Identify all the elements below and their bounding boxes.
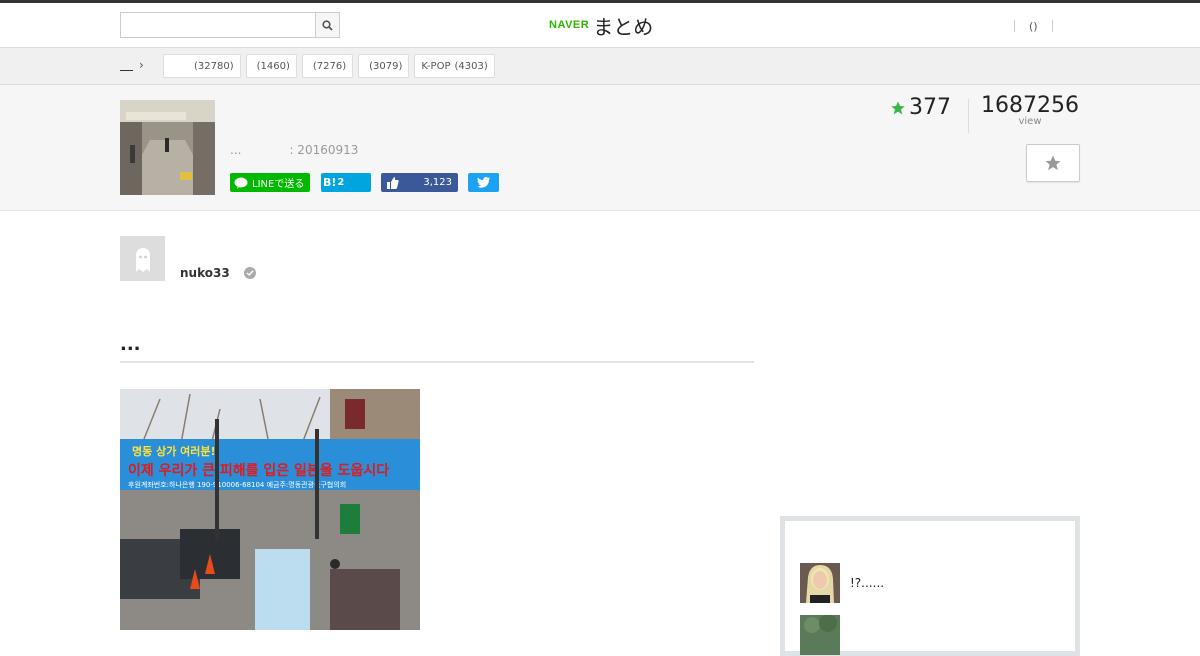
category-count: (1460) [256,60,290,72]
line-share-button[interactable]: LINEで送る [230,173,310,192]
category-count: (4303) [454,60,488,72]
category-tag[interactable]: (1460) [245,54,297,78]
header-links: () [1014,18,1081,34]
divider [1051,20,1053,32]
category-count: (7276) [312,60,347,72]
breadcrumb-home[interactable] [120,59,133,71]
matome-meta: ... : 20160913 [230,143,358,157]
thumbs-up-icon [387,176,399,189]
user-placeholder-icon [135,247,150,272]
updated-date: : 20160913 [289,143,359,157]
search-box [120,12,340,38]
facebook-count: 3,123 [423,177,452,188]
category-tag[interactable]: K-POP (4303) [414,54,495,78]
breadcrumb: › [120,58,144,72]
verified-icon [243,267,256,279]
hatena-icon: B! [323,176,337,189]
sidebar-item-title: !?...... [850,576,885,590]
favorite-count: 377 [890,95,951,120]
category-list: (32780) (1460) (7276) (3079) K-POP (4303… [163,54,495,78]
site-logo[interactable]: NAVER まとめ [549,13,654,39]
category-tag[interactable]: (7276) [301,54,354,78]
category-count: (3079) [369,60,403,72]
twitter-share-button[interactable] [468,173,499,192]
article-photo[interactable]: 명동 상가 여러분! 이제 우리가 큰 피해를 입은 일본을 도웁시다 후원계좌… [120,389,420,630]
view-count-value: 1687256 [981,93,1079,118]
chevron-right-icon: › [139,58,144,72]
search-button[interactable] [315,13,339,37]
mypage-link[interactable]: () [1015,20,1052,33]
category-bar: › (32780) (1460) (7276) (3079) K-POP (43… [0,48,1200,85]
hatena-bookmark-button[interactable]: B! 2 [321,173,371,192]
sidebar-item[interactable]: !?...... [800,563,884,603]
twitter-icon [477,177,490,188]
category-tag[interactable]: (32780) [163,54,241,78]
sidebar-item[interactable] [800,615,850,655]
star-icon [1045,155,1061,171]
logo-matome: まとめ [593,14,654,39]
sidebar-box: !?...... [780,516,1080,656]
view-count: 1687256 view [980,93,1080,127]
banner-line1: 명동 상가 여러분! [132,444,216,458]
site-header: NAVER まとめ () [0,3,1200,48]
banner-line3: 후원계좌번호:하나은행 190-910006-68104 예금주:명동관광특구협… [128,480,346,489]
star-icon [891,100,905,114]
category-name: K-POP [421,60,451,72]
author-name[interactable]: nuko33 [180,266,230,280]
banner-line2: 이제 우리가 큰 피해를 입은 일본을 도웁시다 [128,462,389,479]
category-tag[interactable]: (3079) [358,54,410,78]
sidebar-item-thumbnail [800,563,840,603]
matome-header: ... : 20160913 LINEで送る B! 2 3,123 377 16… [0,85,1200,211]
hatena-count: 2 [337,177,345,188]
search-input[interactable] [121,13,316,37]
matome-thumbnail[interactable] [120,100,215,195]
author-avatar[interactable] [120,236,165,281]
category-count: (32780) [194,60,234,72]
author-info: nuko33 [180,266,256,280]
meta-prefix: ... [230,143,242,157]
line-share-label: LINEで送る [252,179,305,190]
search-icon [322,19,333,31]
section-heading: ... [120,334,754,363]
divider [968,99,969,133]
sidebar-item-thumbnail [800,615,840,655]
favorite-count-value: 377 [909,95,951,120]
logo-naver: NAVER [549,19,590,31]
facebook-like-button[interactable]: 3,123 [381,173,458,192]
add-favorite-button[interactable] [1026,144,1080,182]
line-icon [234,177,248,189]
